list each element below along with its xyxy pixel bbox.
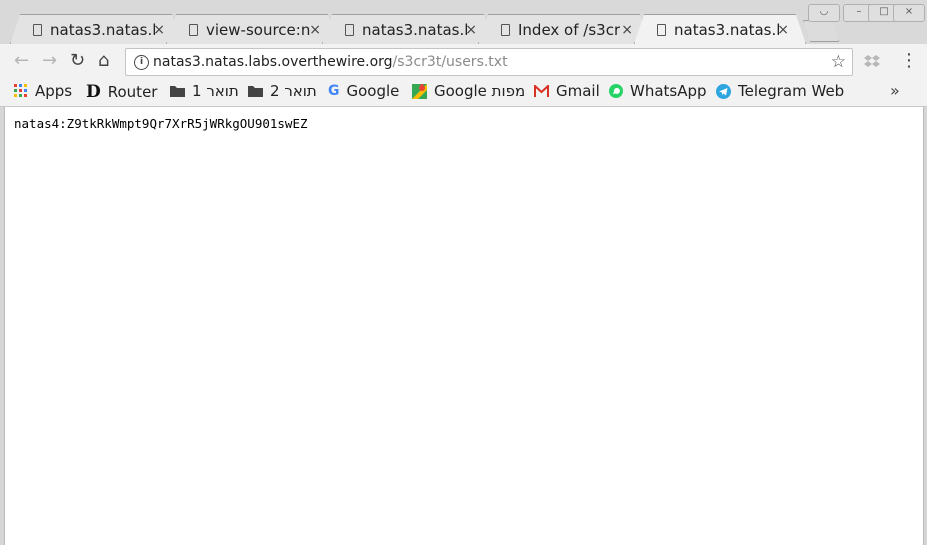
new-tab-button[interactable] — [803, 20, 839, 42]
bookmark-label: תואר 2 — [270, 82, 317, 100]
tab-2[interactable]: view-source:n × — [166, 14, 338, 44]
google-maps-icon — [412, 83, 427, 99]
tab-title: natas3.natas.l — [674, 21, 781, 39]
document-icon — [345, 24, 354, 36]
url-path: /s3cr3t/users.txt — [392, 54, 508, 70]
bookmark-google-maps[interactable]: Google מפות — [412, 82, 525, 100]
tab-title: view-source:n — [206, 21, 311, 39]
back-icon[interactable]: ← — [14, 52, 29, 70]
browser-chrome: natas3.natas.l × view-source:n × natas3.… — [0, 0, 927, 107]
bookmark-label: תואר 1 — [192, 82, 239, 100]
close-window-button[interactable]: × — [893, 4, 925, 22]
home-icon[interactable]: ⌂ — [98, 52, 109, 70]
apps-grid-icon — [14, 84, 27, 97]
users-file-text: natas4:Z9tkRkWmpt9Qr7XrR5jWRkgOU901swEZ — [14, 116, 308, 131]
url-host: natas3.natas.labs.overthewire.org — [153, 54, 393, 70]
bookmark-folder-1[interactable]: תואר 1 — [170, 82, 239, 100]
bookmark-label: WhatsApp — [630, 82, 707, 100]
document-icon — [189, 24, 198, 36]
address-bar[interactable]: i natas3.natas.labs.overthewire.org/s3cr… — [125, 48, 853, 76]
bookmark-label: Google מפות — [434, 82, 526, 100]
tab-5-active[interactable]: natas3.natas.l × — [634, 14, 806, 44]
bookmark-telegram[interactable]: Telegram Web — [716, 82, 844, 100]
tab-1[interactable]: natas3.natas.l × — [10, 14, 182, 44]
tab-title: natas3.natas.l — [362, 21, 469, 39]
bookmark-apps[interactable]: Apps — [14, 82, 72, 100]
bookmark-label: Google — [346, 82, 400, 100]
page-content: natas4:Z9tkRkWmpt9Qr7XrR5jWRkgOU901swEZ — [4, 107, 924, 545]
bookmark-folder-2[interactable]: תואר 2 — [248, 82, 317, 100]
document-icon — [657, 24, 666, 36]
document-icon — [501, 24, 510, 36]
whatsapp-icon — [609, 84, 623, 98]
folder-icon — [248, 86, 263, 97]
bookmark-gmail[interactable]: Gmail — [534, 82, 600, 100]
gmail-icon — [534, 85, 549, 97]
dropbox-icon[interactable] — [864, 54, 880, 68]
bookmark-label: Apps — [35, 82, 73, 100]
bookmark-label: Gmail — [556, 82, 600, 100]
tab-strip: natas3.natas.l × view-source:n × natas3.… — [0, 0, 927, 44]
close-icon[interactable]: × — [153, 22, 165, 38]
tab-title: natas3.natas.l — [50, 21, 157, 39]
bookmarks-bar: Apps D Router תואר 1 תואר 2 G Google Goo… — [0, 80, 927, 107]
bookmark-label: Router — [107, 83, 158, 101]
tab-4[interactable]: Index of /s3cr × — [478, 14, 650, 44]
d-link-icon: D — [86, 82, 101, 102]
menu-icon[interactable]: ⋮ — [900, 50, 918, 71]
tab-3[interactable]: natas3.natas.l × — [322, 14, 494, 44]
profile-button[interactable]: ◡ — [808, 4, 840, 22]
close-icon[interactable]: × — [465, 22, 477, 38]
bookmark-star-icon[interactable]: ☆ — [831, 52, 846, 72]
telegram-icon — [716, 83, 731, 99]
folder-icon — [170, 86, 185, 97]
bookmark-router[interactable]: D Router — [86, 82, 157, 102]
close-icon[interactable]: × — [309, 22, 321, 38]
toolbar: ← → ↻ ⌂ i natas3.natas.labs.overthewire.… — [0, 44, 927, 80]
forward-icon[interactable]: → — [42, 52, 57, 70]
reload-icon[interactable]: ↻ — [70, 52, 85, 70]
close-icon[interactable]: × — [777, 22, 789, 38]
bookmark-whatsapp[interactable]: WhatsApp — [609, 82, 707, 100]
tab-title: Index of /s3cr — [518, 21, 621, 39]
url-text[interactable]: natas3.natas.labs.overthewire.org/s3cr3t… — [153, 54, 508, 70]
info-icon[interactable]: i — [134, 55, 149, 70]
bookmarks-overflow-button[interactable]: » — [890, 81, 900, 100]
google-icon: G — [328, 83, 340, 99]
document-icon — [33, 24, 42, 36]
close-icon[interactable]: × — [621, 22, 633, 38]
bookmark-google[interactable]: G Google — [328, 82, 399, 100]
bookmark-label: Telegram Web — [738, 82, 845, 100]
